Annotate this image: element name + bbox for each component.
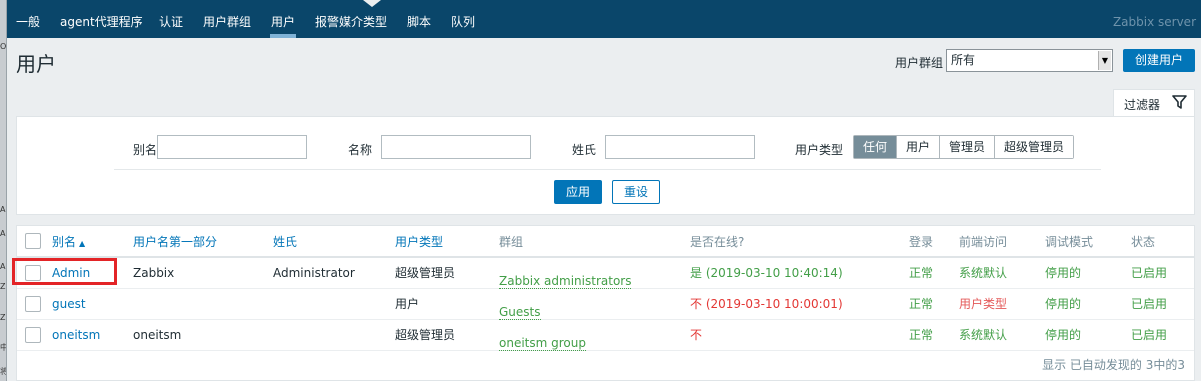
col-online: 是否在线? bbox=[690, 235, 745, 249]
user-frontend-access[interactable]: 用户类型 bbox=[959, 289, 1007, 320]
col-surname[interactable]: 姓氏 bbox=[273, 226, 297, 258]
table-row: oneitsm oneitsm 超级管理员 oneitsm group 不 正常… bbox=[17, 320, 1194, 351]
user-status[interactable]: 已启用 bbox=[1131, 258, 1167, 289]
nav-item-user-groups[interactable]: 用户群组 bbox=[203, 0, 251, 38]
user-name: oneitsm bbox=[133, 328, 182, 342]
table-footer-count: 显示 已自动发现的 3中的3 bbox=[1042, 358, 1185, 372]
user-login-status: 正常 bbox=[909, 328, 934, 342]
users-table: 别名 ▲ 用户名第一部分 姓氏 用户类型 群组 是否在线? 登录 前端访问 调试模… bbox=[16, 225, 1195, 381]
table-header: 别名 ▲ 用户名第一部分 姓氏 用户类型 群组 是否在线? 登录 前端访问 调试模… bbox=[17, 226, 1194, 258]
create-user-button[interactable]: 创建用户 bbox=[1123, 49, 1195, 72]
background-window-strip: O A A A Z Z 中 将 bbox=[0, 0, 7, 381]
user-type-user[interactable]: 用户 bbox=[896, 136, 940, 158]
strip-glyph: Z bbox=[0, 313, 6, 322]
server-name: Zabbix server bbox=[1112, 15, 1196, 29]
user-group-link[interactable]: Zabbix administrators bbox=[499, 274, 632, 289]
filter-surname-label: 姓氏 bbox=[572, 143, 597, 157]
row-checkbox[interactable] bbox=[25, 296, 41, 312]
user-type: 超级管理员 bbox=[395, 328, 456, 342]
nav-item-scripts[interactable]: 脚本 bbox=[407, 0, 431, 38]
user-group-link[interactable]: oneitsm group bbox=[499, 336, 586, 351]
user-frontend-access[interactable]: 系统默认 bbox=[959, 258, 1007, 289]
strip-glyph: 中 bbox=[0, 343, 6, 352]
strip-glyph: A bbox=[0, 229, 6, 238]
user-debug-mode[interactable]: 停用的 bbox=[1045, 258, 1081, 289]
filter-alias-input[interactable] bbox=[157, 135, 307, 159]
user-name: Zabbix bbox=[133, 266, 175, 280]
page-title: 用户 bbox=[16, 52, 56, 76]
col-debug-mode: 调试模式 bbox=[1045, 235, 1094, 249]
user-debug-mode[interactable]: 停用的 bbox=[1045, 289, 1081, 320]
col-status: 状态 bbox=[1131, 235, 1156, 249]
zabbix-app: 一般 agent代理程序 认证 用户群组 用户 报警媒介类型 脚本 队列 Zab… bbox=[7, 0, 1201, 381]
strip-glyph: A bbox=[0, 205, 6, 214]
filter-panel: 别名 名称 姓氏 用户类型 任何 用户 管理员 超级管理员 应用 重设 bbox=[16, 116, 1195, 215]
col-login: 登录 bbox=[909, 235, 934, 249]
col-name[interactable]: 用户名第一部分 bbox=[133, 226, 217, 258]
user-type-any[interactable]: 任何 bbox=[854, 136, 897, 158]
nav-item-authentication[interactable]: 认证 bbox=[159, 0, 183, 38]
user-type: 用户 bbox=[395, 297, 420, 311]
user-alias-link[interactable]: oneitsm bbox=[52, 320, 100, 351]
reset-button[interactable]: 重设 bbox=[612, 180, 660, 204]
user-online-status: 是 (2019-03-10 10:40:14) bbox=[690, 266, 843, 280]
user-type-segmented-control: 任何 用户 管理员 超级管理员 bbox=[853, 135, 1075, 159]
user-status[interactable]: 已启用 bbox=[1131, 289, 1167, 320]
filter-tab-label: 过滤器 bbox=[1124, 98, 1161, 112]
apply-button[interactable]: 应用 bbox=[554, 180, 602, 204]
user-online-status: 不 bbox=[690, 328, 703, 342]
user-login-status: 正常 bbox=[909, 266, 934, 280]
annotation-highlight-box bbox=[12, 258, 117, 285]
col-alias-label: 别名 bbox=[52, 235, 77, 249]
nav-item-general[interactable]: 一般 bbox=[16, 0, 40, 38]
user-online-status: 不 (2019-03-10 10:00:01) bbox=[690, 297, 843, 311]
filter-alias-label: 别名 bbox=[133, 143, 158, 157]
filter-tab[interactable]: 过滤器 bbox=[1113, 89, 1195, 117]
user-group-select[interactable]: 所有 ▼ bbox=[946, 49, 1113, 72]
nav-item-queue[interactable]: 队列 bbox=[451, 0, 475, 38]
user-group-link[interactable]: Guests bbox=[499, 305, 541, 320]
user-type: 超级管理员 bbox=[395, 266, 456, 280]
col-frontend-access: 前端访问 bbox=[959, 235, 1008, 249]
strip-glyph: Z bbox=[0, 282, 6, 291]
filter-name-input[interactable] bbox=[381, 135, 531, 159]
filter-surname-input[interactable] bbox=[605, 135, 755, 159]
filter-name-label: 名称 bbox=[348, 143, 373, 157]
user-surname: Administrator bbox=[273, 266, 355, 280]
user-login-status: 正常 bbox=[909, 297, 934, 311]
col-user-type[interactable]: 用户类型 bbox=[395, 226, 443, 258]
top-navigation: 一般 agent代理程序 认证 用户群组 用户 报警媒介类型 脚本 队列 Zab… bbox=[7, 0, 1201, 38]
table-row: guest 用户 Guests 不 (2019-03-10 10:00:01) … bbox=[17, 289, 1194, 320]
user-group-value: 所有 bbox=[951, 53, 976, 67]
dropdown-arrow-icon: ▼ bbox=[1098, 51, 1111, 70]
table-row: Admin Zabbix Administrator 超级管理员 Zabbix … bbox=[17, 258, 1194, 289]
nav-item-users[interactable]: 用户 bbox=[269, 0, 297, 38]
user-type-admin[interactable]: 管理员 bbox=[939, 136, 995, 158]
select-all-checkbox[interactable] bbox=[25, 233, 41, 249]
user-frontend-access[interactable]: 系统默认 bbox=[959, 320, 1007, 351]
col-groups: 群组 bbox=[499, 235, 524, 249]
strip-glyph: A bbox=[0, 262, 6, 271]
col-alias[interactable]: 别名 ▲ bbox=[52, 226, 85, 260]
filter-icon bbox=[1172, 95, 1187, 112]
filter-divider bbox=[114, 169, 1101, 170]
user-alias-link[interactable]: guest bbox=[52, 289, 86, 320]
nav-notch bbox=[363, 0, 381, 7]
strip-glyph: 将 bbox=[0, 367, 6, 376]
nav-item-proxies[interactable]: agent代理程序 bbox=[60, 0, 143, 38]
user-debug-mode[interactable]: 停用的 bbox=[1045, 320, 1081, 351]
user-status[interactable]: 已启用 bbox=[1131, 320, 1167, 351]
sort-asc-icon: ▲ bbox=[79, 239, 86, 248]
user-group-label: 用户群组 bbox=[895, 56, 944, 70]
row-checkbox[interactable] bbox=[25, 327, 41, 343]
filter-user-type-label: 用户类型 bbox=[795, 143, 844, 157]
strip-glyph: O bbox=[0, 42, 6, 51]
user-type-super-admin[interactable]: 超级管理员 bbox=[994, 136, 1074, 158]
